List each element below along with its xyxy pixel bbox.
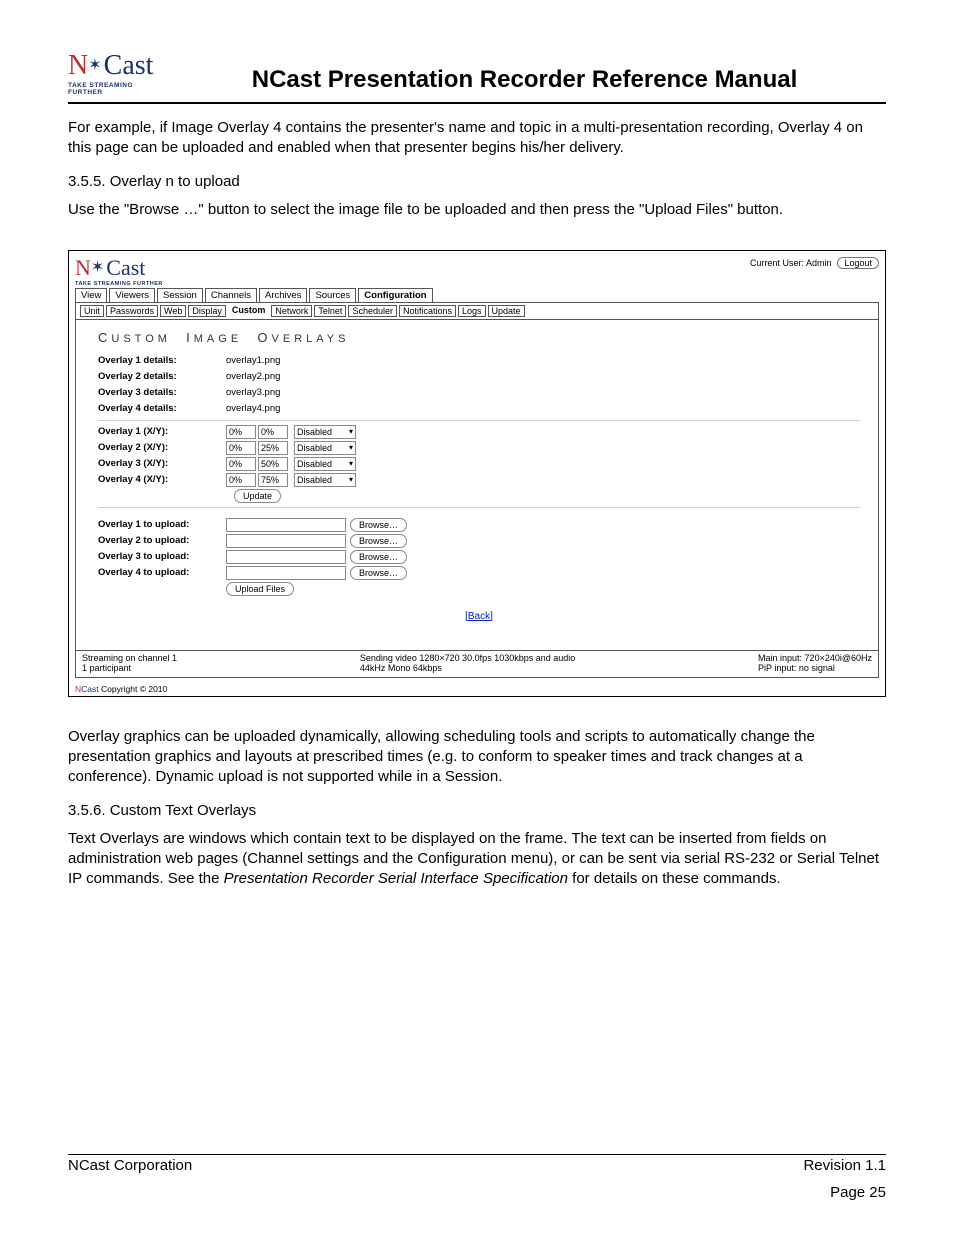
subtab-scheduler[interactable]: Scheduler	[348, 305, 397, 317]
overlay-y-input[interactable]	[258, 457, 288, 471]
star-icon: ✶	[91, 260, 104, 276]
chevron-down-icon: ▾	[349, 475, 353, 484]
main-tabs: View Viewers Session Channels Archives S…	[69, 288, 885, 302]
overlay-enable-select[interactable]: Disabled▾	[294, 425, 356, 439]
file-input[interactable]	[226, 518, 346, 532]
logout-button[interactable]: Logout	[837, 257, 879, 269]
chevron-down-icon: ▾	[349, 427, 353, 436]
chevron-down-icon: ▾	[349, 443, 353, 452]
page-title: NCast Presentation Recorder Reference Ma…	[163, 66, 886, 96]
status-left: Streaming on channel 1	[82, 653, 177, 663]
overlay-xy-label: Overlay 4 (X/Y):	[98, 474, 226, 485]
divider	[98, 420, 860, 421]
subtab-custom[interactable]: Custom	[228, 305, 270, 317]
overlay-xy-label: Overlay 1 (X/Y):	[98, 426, 226, 437]
overlay-enable-select[interactable]: Disabled▾	[294, 457, 356, 471]
update-button[interactable]: Update	[234, 489, 281, 503]
current-user-label: Current User: Admin	[750, 258, 832, 268]
file-input[interactable]	[226, 534, 346, 548]
overlay-upload-label: Overlay 3 to upload:	[98, 551, 226, 562]
logo-ast: ast	[122, 52, 153, 80]
panel-title: Custom Image Overlays	[98, 330, 860, 345]
subtab-telnet[interactable]: Telnet	[314, 305, 346, 317]
overlay-x-input[interactable]	[226, 473, 256, 487]
browse-button[interactable]: Browse…	[350, 534, 407, 548]
tab-sources[interactable]: Sources	[309, 288, 356, 302]
subtab-notifications[interactable]: Notifications	[399, 305, 456, 317]
section-heading: 3.5.5. Overlay n to upload	[68, 173, 886, 190]
tab-configuration[interactable]: Configuration	[358, 288, 432, 302]
tab-view[interactable]: View	[75, 288, 107, 302]
overlay-details-value: overlay1.png	[226, 355, 280, 366]
subtab-logs[interactable]: Logs	[458, 305, 486, 317]
upload-files-button[interactable]: Upload Files	[226, 582, 294, 596]
overlay-xy-label: Overlay 3 (X/Y):	[98, 458, 226, 469]
overlay-y-input[interactable]	[258, 425, 288, 439]
browse-button[interactable]: Browse…	[350, 518, 407, 532]
overlay-details-label: Overlay 2 details:	[98, 371, 226, 382]
logo: N✶Cast TAKE STREAMING FURTHER	[68, 52, 163, 96]
overlay-details-label: Overlay 1 details:	[98, 355, 226, 366]
sub-tabs: Unit Passwords Web Display Custom Networ…	[76, 303, 878, 320]
copyright: NCast Copyright © 2010	[69, 684, 885, 696]
section-heading: 3.5.6. Custom Text Overlays	[68, 802, 886, 819]
overlay-details-value: overlay3.png	[226, 387, 280, 398]
overlay-upload-label: Overlay 1 to upload:	[98, 519, 226, 530]
overlay-y-input[interactable]	[258, 441, 288, 455]
overlay-details-value: overlay2.png	[226, 371, 280, 382]
page-header: N✶Cast TAKE STREAMING FURTHER NCast Pres…	[68, 52, 886, 104]
browse-button[interactable]: Browse…	[350, 566, 407, 580]
tab-session[interactable]: Session	[157, 288, 203, 302]
divider	[98, 507, 860, 508]
page-number: Page 25	[68, 1184, 886, 1201]
paragraph: Text Overlays are windows which contain …	[68, 829, 886, 890]
tab-channels[interactable]: Channels	[205, 288, 257, 302]
paragraph: Use the "Browse …" button to select the …	[68, 200, 886, 220]
back-link[interactable]: [Back]	[98, 611, 860, 622]
subtab-display[interactable]: Display	[188, 305, 226, 317]
status-right: PiP input: no signal	[758, 663, 872, 673]
overlay-x-input[interactable]	[226, 457, 256, 471]
star-icon: ✶	[88, 58, 101, 74]
chevron-down-icon: ▾	[349, 459, 353, 468]
subtab-network[interactable]: Network	[271, 305, 312, 317]
status-mid: Sending video 1280×720 30.0fps 1030kbps …	[360, 653, 575, 663]
overlay-details-label: Overlay 4 details:	[98, 403, 226, 414]
tab-viewers[interactable]: Viewers	[109, 288, 155, 302]
overlay-x-input[interactable]	[226, 425, 256, 439]
overlay-upload-label: Overlay 4 to upload:	[98, 567, 226, 578]
overlay-xy-label: Overlay 2 (X/Y):	[98, 442, 226, 453]
subtab-unit[interactable]: Unit	[80, 305, 104, 317]
browse-button[interactable]: Browse…	[350, 550, 407, 564]
overlay-enable-select[interactable]: Disabled▾	[294, 441, 356, 455]
subtab-passwords[interactable]: Passwords	[106, 305, 158, 317]
overlay-details-label: Overlay 3 details:	[98, 387, 226, 398]
status-mid: 44kHz Mono 64kbps	[360, 663, 575, 673]
tab-archives[interactable]: Archives	[259, 288, 307, 302]
subtab-update[interactable]: Update	[488, 305, 525, 317]
file-input[interactable]	[226, 550, 346, 564]
subtab-web[interactable]: Web	[160, 305, 186, 317]
overlay-enable-select[interactable]: Disabled▾	[294, 473, 356, 487]
footer-right: Revision 1.1	[803, 1157, 886, 1174]
status-right: Main input: 720×240i@60Hz	[758, 653, 872, 663]
footer-left: NCast Corporation	[68, 1157, 192, 1174]
overlay-details-value: overlay4.png	[226, 403, 280, 414]
app-logo: N✶Cast TAKE STREAMING FURTHER	[75, 257, 163, 287]
overlay-upload-label: Overlay 2 to upload:	[98, 535, 226, 546]
logo-c: C	[104, 52, 123, 80]
file-input[interactable]	[226, 566, 346, 580]
status-left: 1 participant	[82, 663, 177, 673]
paragraph: For example, if Image Overlay 4 contains…	[68, 118, 886, 159]
paragraph: Overlay graphics can be uploaded dynamic…	[68, 727, 886, 788]
page-footer: NCast Corporation Revision 1.1 Page 25	[68, 1154, 886, 1201]
status-bar: Streaming on channel 1 1 participant Sen…	[76, 650, 878, 677]
app-screenshot: N✶Cast TAKE STREAMING FURTHER Current Us…	[68, 250, 886, 697]
overlay-y-input[interactable]	[258, 473, 288, 487]
logo-n: N	[68, 52, 88, 80]
logo-tagline: TAKE STREAMING FURTHER	[68, 82, 163, 96]
overlay-x-input[interactable]	[226, 441, 256, 455]
